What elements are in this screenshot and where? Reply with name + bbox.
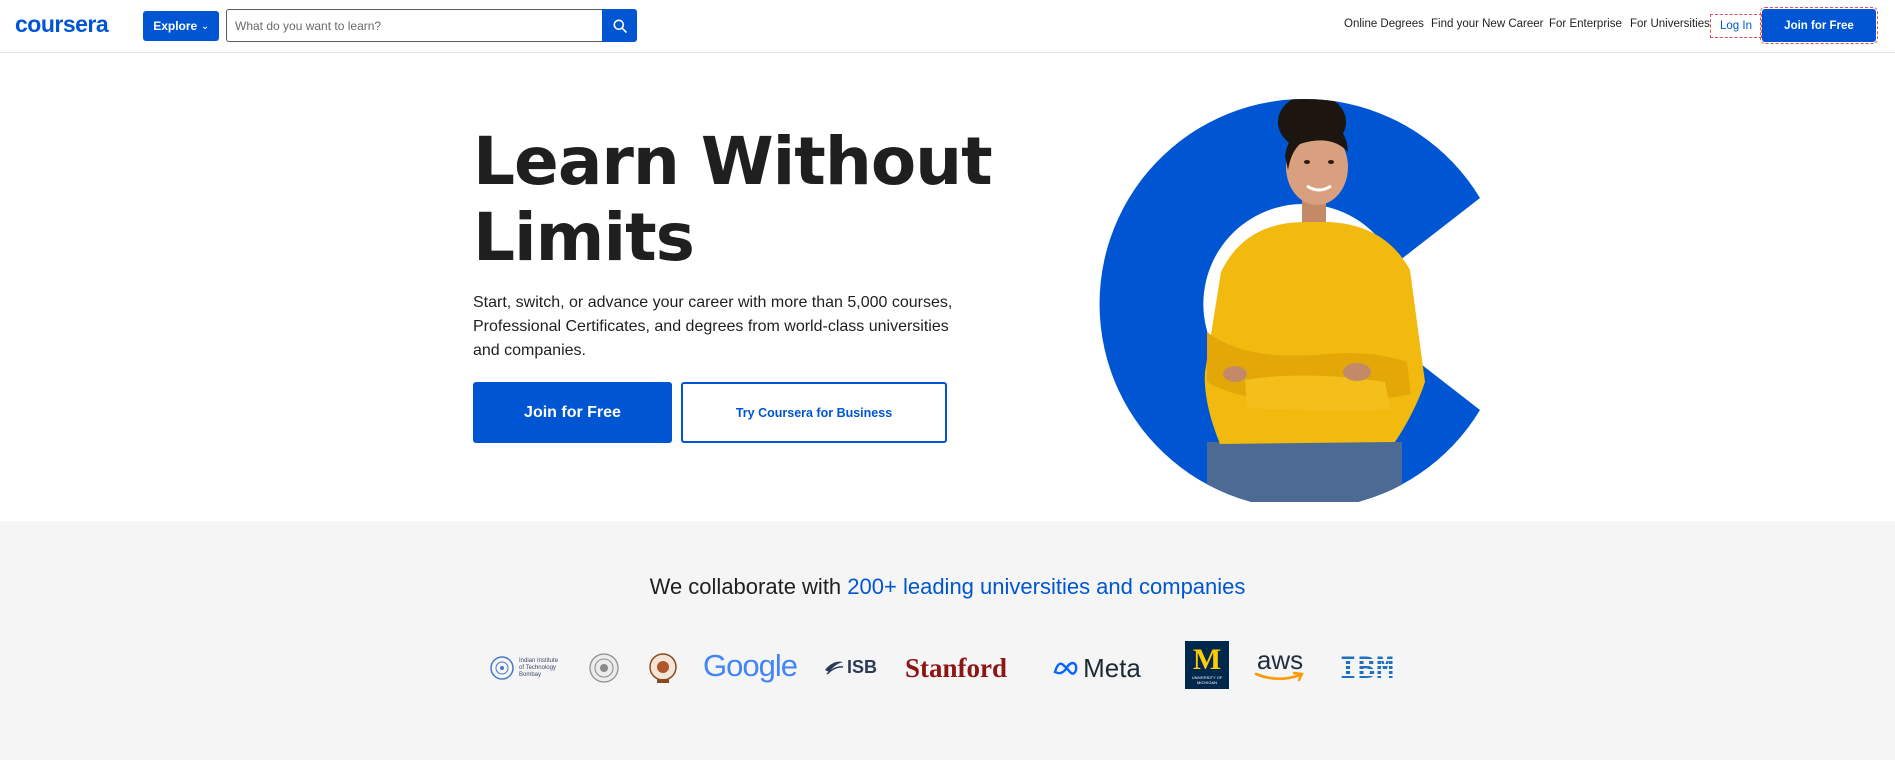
partner-logo-emblem[interactable] [646,650,680,686]
nav-online-degrees[interactable]: Online Degrees [1344,18,1424,30]
search-input[interactable] [227,10,602,41]
search-button[interactable] [602,9,637,42]
meta-wordmark: Meta [1083,652,1141,683]
explore-button[interactable]: Explore ⌄ [143,11,219,41]
partner-logo-aws[interactable]: aws [1252,643,1308,689]
search-field[interactable] [226,9,602,42]
stanford-wordmark: Stanford [904,652,1007,683]
explore-label: Explore [153,19,198,33]
hero-title: Learn Without Limits [473,124,993,276]
hero-subtitle: Start, switch, or advance your career wi… [473,294,953,359]
partner-logo-seal[interactable] [587,651,621,685]
institute-emblem-icon [649,653,677,683]
partner-logo-ibm[interactable]: IBM [1332,650,1402,686]
partner-logo-google[interactable]: Google [702,645,798,687]
partner-logo-meta[interactable]: Meta [1052,650,1142,686]
try-coursera-for-business-button[interactable]: Try Coursera for Business [681,382,947,443]
hero-image [1099,99,1480,502]
partner-logo-iit-bombay[interactable]: Indian Institute of Technology Bombay [488,648,564,688]
google-wordmark: Google [703,648,798,684]
partner-logo-stanford[interactable]: Stanford [900,649,1012,687]
meta-infinity-icon [1053,661,1078,675]
join-for-free-hero-button[interactable]: Join for Free [473,382,672,443]
partners-heading: We collaborate with 200+ leading univers… [0,574,1895,600]
nav-for-universities[interactable]: For Universities [1630,18,1710,30]
isb-text: ISB [846,656,877,677]
michigan-text: UNIVERSITY OF MICHIGAN [1191,675,1223,685]
top-navigation-bar: coursera Explore ⌄ Online Degrees Find y… [0,0,1895,53]
hero-title-line-1: Learn Without [473,123,993,200]
partners-heading-prefix: We collaborate with [649,574,848,599]
isb-swoosh-icon [824,661,844,675]
google-text: Google [703,648,798,683]
partners-section: We collaborate with 200+ leading univers… [0,521,1895,760]
aws-wordmark: aws [1256,645,1304,675]
nav-for-enterprise[interactable]: For Enterprise [1549,18,1622,30]
iit-bombay-seal-icon [490,656,514,680]
partners-heading-accent: 200+ leading universities and companies [847,574,1246,599]
nav-find-new-career[interactable]: Find your New Career [1431,18,1543,30]
coursera-logo[interactable]: coursera [15,11,109,38]
search-icon [613,19,627,33]
aws-smile-arrow-icon [1254,671,1304,682]
hero-title-line-2: Limits [473,199,695,276]
join-for-free-header-button[interactable]: Join for Free [1760,7,1878,44]
chevron-down-icon: ⌄ [201,20,209,31]
michigan-block-m: M [1192,643,1222,676]
hero-section: Learn Without Limits Start, switch, or a… [0,54,1895,521]
ibm-wordmark: IBM [1339,651,1395,685]
login-link[interactable]: Log In [1710,14,1762,38]
partner-logo-michigan[interactable]: M UNIVERSITY OF MICHIGAN [1185,641,1229,689]
university-seal-icon [589,653,619,683]
partner-logo-isb[interactable]: ISB [822,652,878,682]
iit-bombay-text: Indian Institute of Technology Bombay [519,657,559,678]
